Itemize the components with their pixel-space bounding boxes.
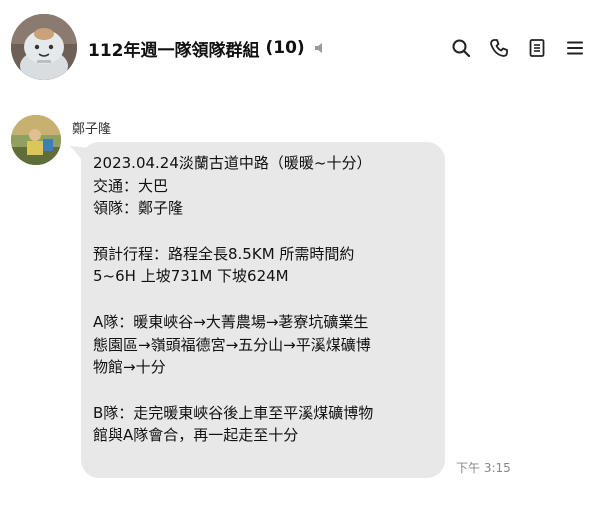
sender-avatar[interactable] [11, 115, 61, 165]
message-line: 物館→十分 [93, 358, 166, 377]
message-line: B隊：走完暖東峽谷後上車至平溪煤礦博物 [93, 403, 374, 422]
message-line: A隊：暖東峽谷→大菁農場→荖寮坑礦業生 [93, 312, 369, 331]
message-line: 領隊：鄭子隆 [93, 199, 184, 218]
search-button[interactable] [450, 36, 472, 60]
member-count: (10) [265, 38, 305, 58]
message-line [93, 220, 433, 243]
message-list: 鄭子隆 2023.04.24淡蘭古道中路（暖暖~十分） 交通：大巴 領隊：鄭子隆… [0, 96, 600, 517]
message-line: 5~6H 上坡731M 下坡624M [93, 267, 289, 286]
outdoor-photo [11, 115, 61, 165]
search-icon [452, 39, 471, 58]
message-line [93, 288, 433, 311]
sender-name: 鄭子隆 [72, 122, 112, 137]
message-line: 2023.04.24淡蘭古道中路（暖暖~十分） [93, 154, 372, 172]
message-line: 預計行程：路程全長8.5KM 所需時間約 [93, 244, 355, 263]
phone-icon [490, 39, 508, 57]
chat-window: 112年週一隊領隊群組 (10) 鄭子隆 2023.04.24淡蘭古道中路（暖暖… [0, 0, 600, 517]
group-avatar[interactable] [11, 14, 77, 80]
notes-button[interactable] [526, 36, 548, 60]
notes-icon [529, 39, 545, 57]
message-bubble[interactable]: 2023.04.24淡蘭古道中路（暖暖~十分） 交通：大巴 領隊：鄭子隆 預計行… [81, 142, 445, 478]
menu-icon [567, 41, 583, 55]
message-timestamp: 下午 3:15 [456, 461, 511, 475]
group-name: 112年週一隊領隊群組 [88, 40, 260, 61]
header-actions [450, 36, 586, 60]
menu-button[interactable] [564, 36, 586, 60]
chat-header: 112年週一隊領隊群組 (10) [0, 0, 600, 96]
plush-toy-image [11, 14, 77, 80]
message-line: 態園區→嶺頭福德宮→五分山→平溪煤礦博 [93, 335, 371, 354]
message-line [93, 379, 433, 402]
header-title-row[interactable]: 112年週一隊領隊群組 (10) [88, 36, 329, 61]
message-line: 館與A隊會合，再一起走至十分 [93, 426, 299, 445]
message-line: 交通：大巴 [93, 176, 169, 195]
call-button[interactable] [488, 36, 510, 60]
speaker-muted-icon [313, 40, 329, 56]
